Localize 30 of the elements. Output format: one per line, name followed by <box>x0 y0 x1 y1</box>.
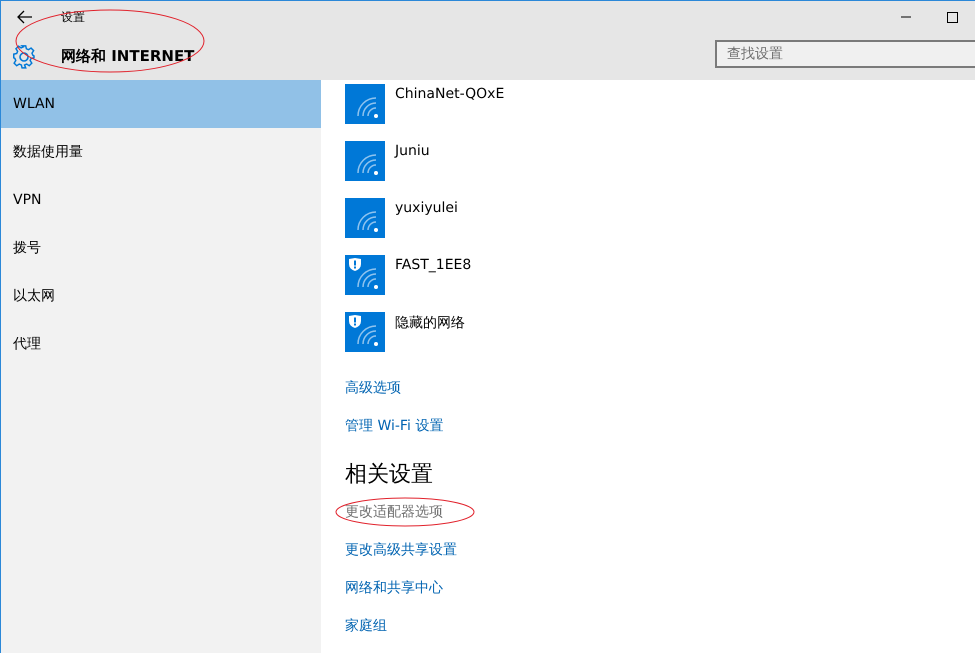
link[interactable]: 管理 Wi-Fi 设置 <box>345 407 444 445</box>
link[interactable]: 更改高级共享设置 <box>345 531 457 569</box>
maximize-icon <box>946 12 958 22</box>
back-arrow-icon <box>17 10 33 24</box>
wifi-icon <box>345 84 385 124</box>
sidebar-item[interactable]: 拨号 <box>1 224 321 272</box>
sidebar-item[interactable]: 数据使用量 <box>1 128 321 176</box>
network-name[interactable]: yuxiyulei <box>395 200 458 216</box>
window-title: 设置 <box>61 8 85 26</box>
section-heading: 相关设置 <box>345 461 434 489</box>
sidebar-item[interactable]: VPN <box>1 176 321 224</box>
wifi-icon <box>345 198 385 238</box>
minimize-icon <box>901 16 911 18</box>
link[interactable]: 高级选项 <box>345 369 401 407</box>
network-name[interactable]: Juniu <box>395 143 430 159</box>
page-title: 网络和 INTERNET <box>61 47 194 66</box>
settings-icon <box>11 44 37 70</box>
sidebar-item[interactable]: 以太网 <box>1 272 321 320</box>
wifi-warning-icon <box>345 312 385 352</box>
wifi-warning-icon <box>345 255 385 295</box>
link[interactable]: 家庭组 <box>345 607 387 645</box>
link[interactable]: 更改适配器选项 <box>345 493 443 531</box>
link[interactable]: 网络和共享中心 <box>345 569 443 607</box>
sidebar-item[interactable]: 代理 <box>1 320 321 368</box>
network-name[interactable]: FAST_1EE8 <box>395 257 472 273</box>
search-field[interactable]: 查找设置 <box>715 40 975 68</box>
wifi-icon <box>345 141 385 181</box>
network-name[interactable]: ChinaNet-QOxE <box>395 86 504 102</box>
sidebar-item[interactable]: WLAN <box>1 80 321 128</box>
network-name[interactable]: 隐藏的网络 <box>395 314 465 332</box>
